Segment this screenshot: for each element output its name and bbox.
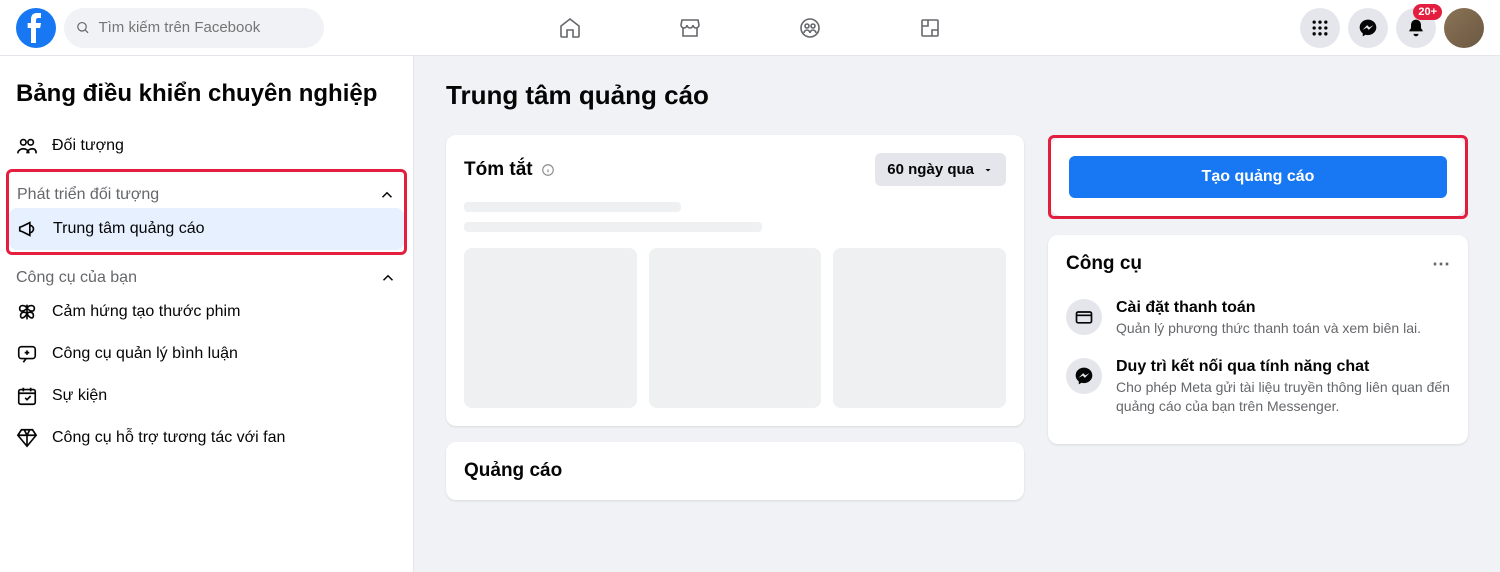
create-ad-card: Tạo quảng cáo [1051,138,1465,216]
people-icon [16,135,38,157]
gaming-icon [918,16,942,40]
calendar-icon [16,385,38,407]
info-icon [541,163,555,177]
sidebar-item-label: Công cụ hỗ trợ tương tác với fan [52,429,285,447]
create-ad-button[interactable]: Tạo quảng cáo [1069,156,1447,198]
section-label: Phát triển đối tượng [17,186,159,204]
comment-plus-icon [16,343,38,365]
nav-groups[interactable] [754,0,866,56]
main-content: Trung tâm quảng cáo Tóm tắt 60 ngày qua [414,56,1500,572]
butterfly-icon [16,301,38,323]
date-range-dropdown[interactable]: 60 ngày qua [875,153,1006,186]
section-grow-audience[interactable]: Phát triển đối tượng [9,174,404,208]
highlight-grow-section: Phát triển đối tượng Trung tâm quảng cáo [6,169,407,255]
tool-chat[interactable]: Duy trì kết nối qua tính năng chat Cho p… [1066,348,1450,426]
nav-center [514,0,986,56]
tool-desc: Quản lý phương thức thanh toán và xem bi… [1116,319,1421,338]
sidebar-title: Bảng điều khiển chuyên nghiệp [8,72,405,125]
nav-marketplace[interactable] [634,0,746,56]
sidebar-item-label: Công cụ quản lý bình luận [52,345,238,363]
tool-desc: Cho phép Meta gửi tài liệu truyền thông … [1116,378,1450,416]
sidebar-item-label: Sự kiện [52,387,107,405]
search-box[interactable] [64,8,324,48]
notifications-button[interactable]: 20+ [1396,8,1436,48]
nav-gaming[interactable] [874,0,986,56]
search-icon [76,20,90,36]
sidebar-item-label: Đối tượng [52,137,124,155]
tool-label: Cài đặt thanh toán [1116,299,1421,317]
header-right: 20+ [1300,8,1484,48]
top-header: 20+ [0,0,1500,56]
marketplace-icon [678,16,702,40]
tool-label: Duy trì kết nối qua tính năng chat [1116,358,1450,376]
tools-title: Công cụ [1066,253,1142,275]
sidebar-item-events[interactable]: Sự kiện [8,375,405,417]
messenger-icon [1358,18,1378,38]
ads-card: Quảng cáo [446,442,1024,500]
sidebar-item-inspiration[interactable]: Cảm hứng tạo thước phim [8,291,405,333]
bell-icon [1406,18,1426,38]
card-icon [1074,307,1094,327]
sidebar-item-fan-tools[interactable]: Công cụ hỗ trợ tương tác với fan [8,417,405,459]
menu-button[interactable] [1300,8,1340,48]
search-input[interactable] [98,19,312,36]
section-your-tools[interactable]: Công cụ của bạn [8,257,405,291]
sidebar-item-label: Cảm hứng tạo thước phim [52,303,240,321]
home-icon [558,16,582,40]
chevron-up-icon [379,269,397,287]
dropdown-label: 60 ngày qua [887,161,974,178]
tools-card: Công cụ ⋯ Cài đặt thanh toán Quản lý phư… [1048,235,1468,444]
sidebar-item-comments[interactable]: Công cụ quản lý bình luận [8,333,405,375]
summary-card: Tóm tắt 60 ngày qua [446,135,1024,426]
section-label: Công cụ của bạn [16,269,137,287]
diamond-icon [16,427,38,449]
messenger-icon [1074,366,1094,386]
sidebar-item-audience[interactable]: Đối tượng [8,125,405,167]
ads-title: Quảng cáo [464,460,1006,482]
nav-home[interactable] [514,0,626,56]
more-button[interactable]: ⋯ [1432,254,1450,275]
groups-icon [798,16,822,40]
notification-badge: 20+ [1413,4,1442,20]
summary-title: Tóm tắt [464,159,555,181]
sidebar-item-label: Trung tâm quảng cáo [53,220,205,238]
messenger-button[interactable] [1348,8,1388,48]
page-title: Trung tâm quảng cáo [446,80,1468,111]
grid-icon [1310,18,1330,38]
tool-payment[interactable]: Cài đặt thanh toán Quản lý phương thức t… [1066,289,1450,348]
caret-down-icon [982,164,994,176]
avatar[interactable] [1444,8,1484,48]
skeleton-loader [464,202,1006,232]
highlight-create-ad: Tạo quảng cáo [1048,135,1468,219]
sidebar-item-ad-center[interactable]: Trung tâm quảng cáo [9,208,404,250]
sidebar: Bảng điều khiển chuyên nghiệp Đối tượng … [0,56,414,572]
chevron-up-icon [378,186,396,204]
skeleton-cards [464,248,1006,408]
megaphone-icon [17,218,39,240]
facebook-logo[interactable] [16,8,56,48]
